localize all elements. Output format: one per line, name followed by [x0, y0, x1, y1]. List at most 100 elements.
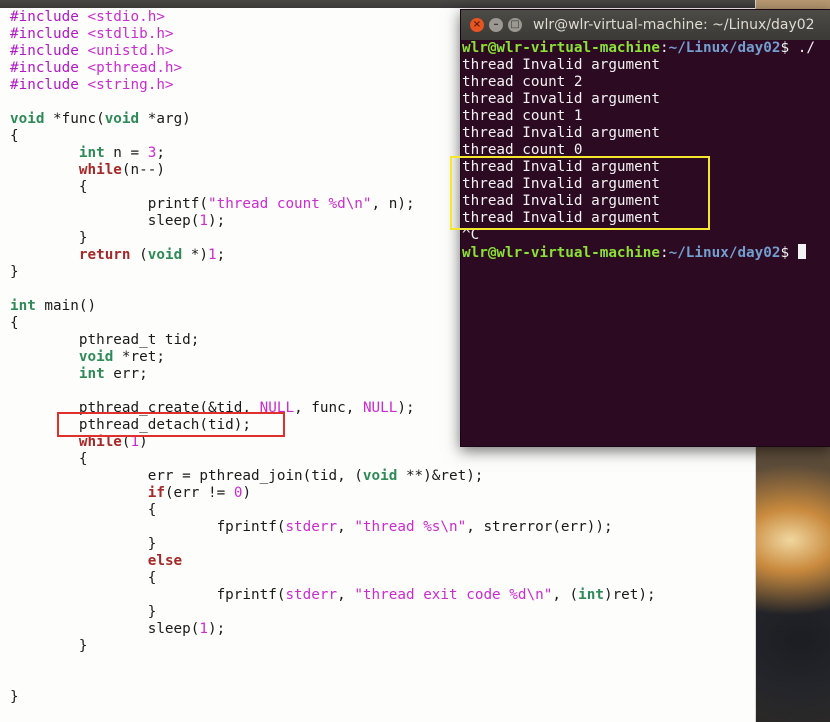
highlight-box-invalid-argument: [450, 156, 710, 230]
code-token: {: [10, 451, 88, 467]
prompt-user: wlr@wlr-virtual-machine: [462, 245, 660, 261]
code-token: <unistd.h>: [87, 43, 174, 59]
terminal-output-line: thread count 2: [462, 74, 583, 90]
code-token: ;: [216, 247, 226, 263]
editor-top-bar: [0, 0, 755, 8]
code-token: (n--): [121, 162, 165, 178]
code-token: NULL: [362, 400, 398, 416]
highlight-box-detach-call: [57, 412, 285, 437]
code-token: }: [10, 536, 157, 552]
code-token: }: [10, 230, 88, 246]
code-line: err = pthread_join(tid, (void **)&ret);: [10, 468, 656, 485]
code-token: ,: [337, 519, 355, 535]
code-token: {: [10, 502, 157, 518]
code-token: }: [10, 264, 19, 280]
code-line: }: [10, 604, 656, 621]
code-token: void: [147, 247, 183, 263]
code-token: stderr: [285, 519, 338, 535]
code-token: {: [10, 315, 19, 331]
code-token: sleep(: [10, 621, 200, 637]
code-token: *arg): [139, 111, 191, 127]
code-token: return: [78, 247, 131, 263]
code-token: }: [10, 689, 19, 705]
code-line: else: [10, 553, 656, 570]
prompt-separator: :: [659, 245, 669, 261]
code-token: "thread exit code %d\n": [354, 587, 553, 603]
code-token: #include: [10, 43, 88, 59]
maximize-icon[interactable]: □: [508, 18, 522, 32]
code-token: void: [78, 349, 114, 365]
terminal-prompt-line: wlr@wlr-virtual-machine:~/Linux/day02$: [462, 244, 815, 261]
prompt-user: wlr@wlr-virtual-machine: [462, 40, 660, 56]
code-line: if(err != 0): [10, 485, 656, 502]
terminal-output-line: thread count 1: [462, 108, 583, 124]
code-token: );: [397, 400, 415, 416]
code-token: (err !=: [164, 485, 234, 501]
code-token: 1: [199, 621, 208, 637]
code-token: ): [242, 485, 252, 501]
prompt-command: ./: [797, 40, 815, 56]
code-token: if: [147, 485, 165, 501]
code-token: **)&ret);: [397, 468, 484, 484]
code-token: "thread %s\n": [354, 519, 467, 535]
code-token: );: [207, 213, 226, 229]
code-token: <pthread.h>: [87, 60, 183, 76]
code-token: {: [10, 179, 88, 195]
code-token: err = pthread_join(tid, (: [10, 468, 363, 484]
code-token: (: [130, 247, 148, 263]
code-token: <stdlib.h>: [87, 26, 174, 42]
code-token: void: [10, 111, 45, 127]
code-line: {: [10, 570, 656, 587]
terminal-prompt-line: wlr@wlr-virtual-machine:~/Linux/day02$ .…: [462, 40, 815, 57]
code-token: int: [578, 587, 604, 603]
code-token: , n);: [371, 196, 415, 212]
code-token: int: [78, 145, 105, 161]
code-token: err;: [104, 366, 148, 382]
code-token: <string.h>: [87, 77, 174, 93]
code-token: ,: [337, 587, 355, 603]
terminal-titlebar[interactable]: × – □ wlr@wlr-virtual-machine: ~/Linux/d…: [461, 10, 830, 40]
terminal-output-line: thread Invalid argument: [462, 57, 660, 73]
code-token: pthread_t tid;: [10, 332, 200, 348]
code-token: , func,: [294, 400, 363, 416]
code-token: #include: [10, 26, 88, 42]
code-token: while: [78, 162, 122, 178]
code-token: "thread count %d\n": [207, 196, 372, 212]
prompt-dollar: $: [780, 40, 798, 56]
code-token: printf(: [10, 196, 208, 212]
code-token: , (: [552, 587, 579, 603]
minimize-icon[interactable]: –: [489, 18, 503, 32]
code-line: fprintf(stderr, "thread %s\n", strerror(…: [10, 519, 656, 536]
code-line: {: [10, 502, 656, 519]
code-token: 1: [208, 247, 217, 263]
code-line: }: [10, 536, 656, 553]
close-icon[interactable]: ×: [470, 18, 484, 32]
code-line: }: [10, 638, 656, 655]
code-token: #include: [10, 77, 88, 93]
code-token: }: [10, 604, 157, 620]
code-token: n =: [104, 145, 148, 161]
code-line: {: [10, 451, 656, 468]
terminal-title: wlr@wlr-virtual-machine: ~/Linux/day02: [533, 17, 815, 33]
code-token: , strerror(err));: [466, 519, 613, 535]
code-token: int: [78, 366, 105, 382]
terminal-output-line: thread Invalid argument: [462, 91, 660, 107]
code-token: ;: [156, 145, 165, 161]
code-token: {: [10, 128, 19, 144]
code-token: }: [10, 638, 88, 654]
code-token: void: [104, 111, 140, 127]
code-token: main(): [35, 298, 97, 314]
prompt-path: ~/Linux/day02: [668, 40, 781, 56]
code-token: {: [10, 570, 157, 586]
code-line: fprintf(stderr, "thread exit code %d\n",…: [10, 587, 656, 604]
code-line: sleep(1);: [10, 621, 656, 638]
